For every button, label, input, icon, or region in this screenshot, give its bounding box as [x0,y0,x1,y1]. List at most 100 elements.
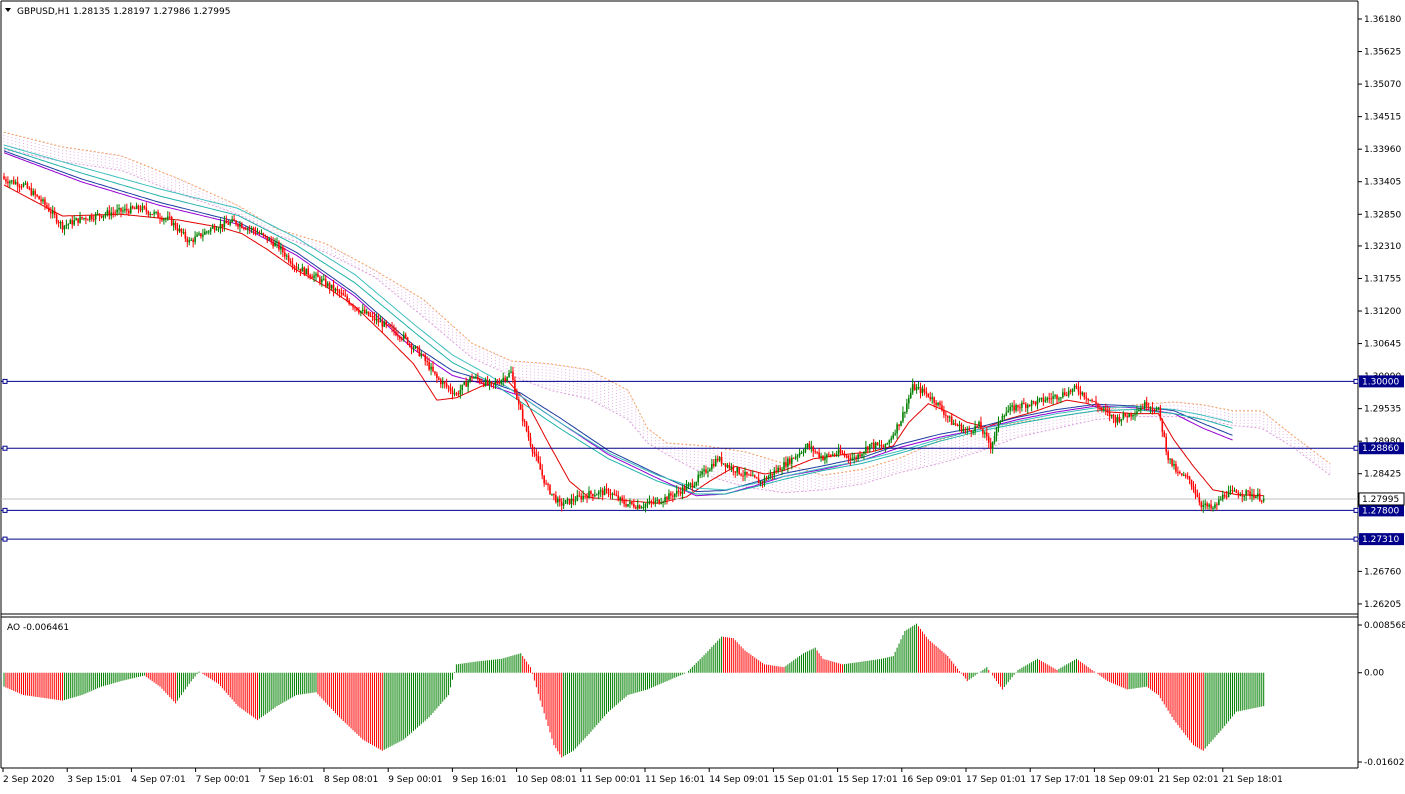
bull-candle [837,449,840,455]
bull-candle [63,225,66,230]
bear-candle [397,335,399,337]
bull-candle [167,216,169,219]
bear-candle [1206,503,1208,507]
bear-candle [410,343,413,349]
bear-candle [133,208,136,210]
bear-candle [523,421,526,423]
bull-candle [102,215,105,218]
bull-candle [570,498,573,504]
bear-candle [151,214,153,216]
bull-candle [948,416,951,418]
bear-candle [438,377,440,380]
bear-candle [221,223,224,228]
bear-candle [691,483,694,488]
bear-candle [677,490,680,492]
bull-candle [759,481,762,484]
bull-candle [1046,397,1049,401]
bull-candle [106,210,109,215]
bear-candle [395,331,397,336]
bear-candle [408,343,411,345]
bull-candle [22,183,25,187]
bear-candle [53,210,56,215]
bear-candle [898,424,900,427]
bear-candle [923,388,926,392]
bear-candle [1145,402,1148,407]
bull-candle [274,242,276,247]
bear-candle [1194,489,1197,495]
bear-candle [705,469,707,473]
bear-candle [200,233,202,237]
bull-candle [662,501,664,503]
price-tick-label: 1.32310 [1364,242,1401,252]
bull-candle [135,205,138,210]
bull-candle [1143,402,1146,409]
bull-candle [1116,417,1119,423]
bull-candle [89,215,91,220]
bull-candle [763,477,766,483]
bear-candle [939,402,941,406]
bear-candle [1091,399,1093,402]
bull-candle [853,457,855,459]
bear-candle [1042,397,1045,402]
bear-candle [560,501,563,506]
bull-candle [831,454,834,456]
bear-candle [1175,464,1177,472]
bull-candle [9,181,11,184]
time-tick-label: 3 Sep 15:01 [67,775,121,785]
bear-candle [814,451,816,453]
bear-candle [927,393,930,397]
ao-tick-label: -0.016021 [1364,758,1405,768]
bear-candle [1056,395,1058,400]
bull-candle [1214,504,1216,508]
bull-candle [104,214,107,216]
bear-candle [258,232,261,234]
bear-candle [309,274,311,277]
bear-candle [1034,401,1037,405]
bear-candle [1210,504,1212,509]
bull-candle [1003,415,1006,417]
bear-candle [982,429,984,434]
bear-candle [1260,500,1263,502]
bull-candle [42,199,44,202]
bull-candle [441,381,444,385]
bull-candle [453,393,456,395]
time-tick-label: 9 Sep 00:01 [388,775,442,785]
bull-candle [596,494,598,496]
bear-candle [490,381,493,384]
bull-candle [155,211,157,213]
bull-candle [231,219,233,222]
bear-candle [445,383,448,387]
bear-candle [317,273,319,278]
bull-candle [250,228,253,230]
bull-candle [375,318,378,321]
bull-candle [962,429,965,432]
bull-candle [463,382,465,385]
bull-candle [865,446,867,452]
bull-candle [124,208,126,211]
bear-candle [28,188,31,190]
bear-candle [880,444,883,447]
bear-candle [625,504,627,507]
bear-candle [828,454,830,456]
bear-candle [34,191,36,195]
bull-candle [1138,410,1140,412]
bear-candle [291,263,294,267]
bear-candle [227,223,230,225]
bull-candle [874,442,877,448]
bull-candle [506,377,508,381]
bear-candle [436,373,438,378]
symbol-header: GBPUSD,H1 1.28135 1.28197 1.27986 1.2799… [17,7,230,17]
bear-candle [734,471,737,473]
bull-candle [1140,407,1142,411]
bull-candle [1001,415,1004,421]
bull-candle [1221,494,1224,500]
bear-candle [670,493,672,496]
bull-candle [693,485,696,488]
bear-candle [235,220,237,225]
bear-candle [85,218,87,220]
bear-candle [980,421,982,430]
bear-candle [479,379,481,383]
bear-candle [307,268,309,275]
bear-candle [389,324,391,327]
bear-candle [549,485,551,495]
